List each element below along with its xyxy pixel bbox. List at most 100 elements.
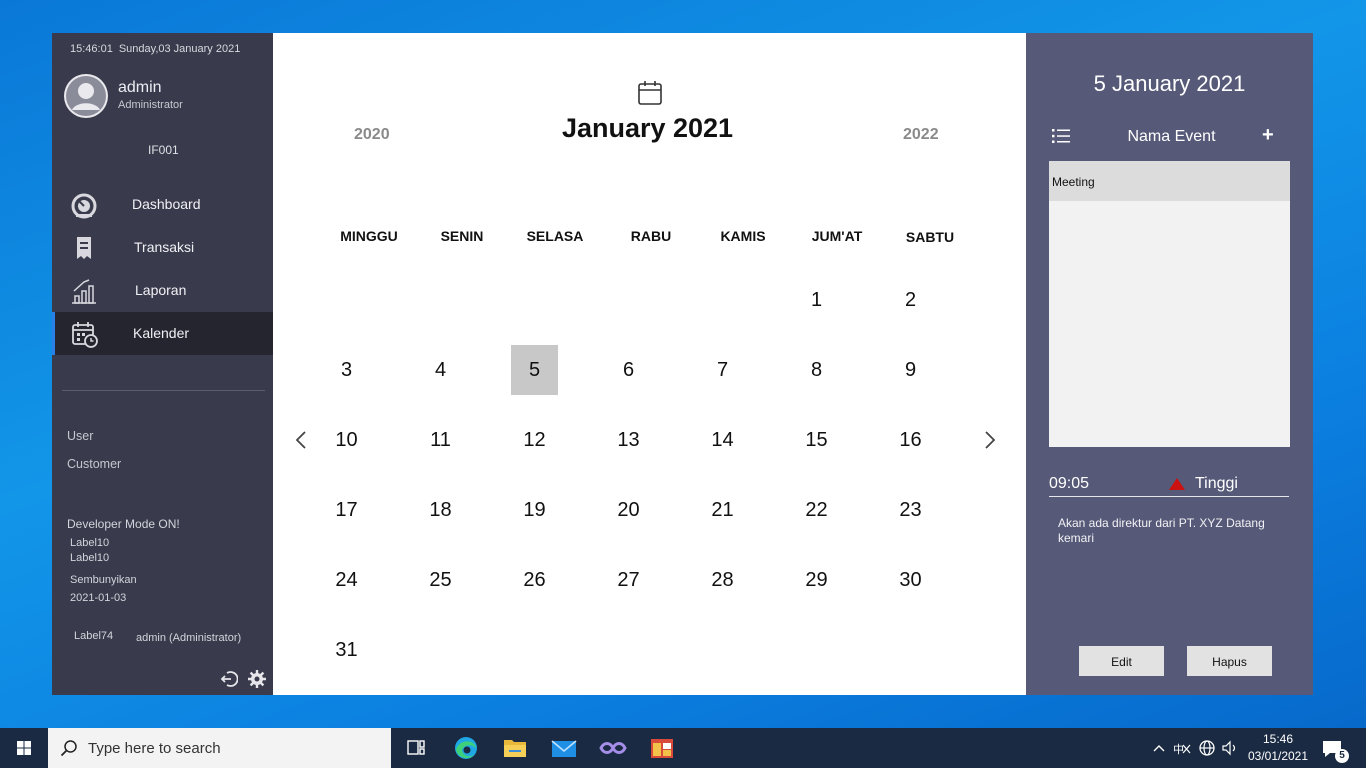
add-event-button[interactable]: + — [1262, 124, 1274, 147]
calendar-day[interactable]: 2 — [887, 275, 934, 325]
sidebar-time: 15:46:01 — [70, 43, 113, 55]
sidebar-datetime: 15:46:01 Sunday,03 January 2021 — [70, 43, 240, 55]
calendar-day[interactable]: 14 — [699, 415, 746, 465]
edit-button[interactable]: Edit — [1079, 646, 1164, 676]
visual-studio-icon[interactable] — [589, 728, 637, 768]
calendar-day[interactable]: 16 — [887, 415, 934, 465]
sidebar-user-id: IF001 — [148, 143, 179, 157]
user-avatar-icon — [66, 76, 106, 116]
windows-start-icon[interactable] — [0, 728, 48, 768]
calendar-day[interactable]: 21 — [699, 485, 746, 535]
next-month-chevron-icon[interactable] — [982, 428, 998, 452]
calendar-day[interactable]: 5 — [511, 345, 558, 395]
nav-label-kalender: Kalender — [133, 325, 190, 341]
calendar-day[interactable]: 30 — [887, 555, 934, 605]
search-placeholder: Type here to search — [88, 740, 221, 757]
nav-item-dashboard[interactable]: Dashboard — [52, 183, 273, 226]
next-year-button[interactable]: 2022 — [903, 126, 939, 144]
app-window-icon[interactable] — [638, 728, 686, 768]
priority-triangle-icon — [1169, 478, 1185, 490]
calendar-day[interactable]: 1 — [793, 275, 840, 325]
input-method-icon[interactable]: 中 — [1173, 739, 1191, 757]
logout-icon[interactable] — [220, 670, 238, 688]
calendar-day[interactable]: 3 — [323, 345, 370, 395]
calendar-day[interactable]: 29 — [793, 555, 840, 605]
weekday-header: JUM'AT — [811, 228, 863, 244]
taskbar: Type here to search 中 15:46 03/01/2021 5 — [0, 728, 1366, 768]
calendar-day[interactable]: 13 — [605, 415, 652, 465]
file-explorer-icon[interactable] — [491, 728, 539, 768]
receipt-icon — [77, 237, 91, 259]
avatar — [64, 74, 108, 118]
nav-label-laporan: Laporan — [135, 282, 187, 298]
selected-date-title: 5 January 2021 — [1093, 71, 1246, 96]
calendar-day[interactable]: 11 — [417, 415, 464, 465]
mail-icon[interactable] — [540, 728, 588, 768]
developer-mode-label: Developer Mode ON! — [67, 517, 180, 531]
calendar-month-title-text: January 2021 — [561, 113, 734, 143]
event-description: Akan ada direktur dari PT. XYZ Datang ke… — [1058, 516, 1265, 545]
sidebar-date: Sunday,03 January 2021 — [118, 43, 241, 55]
task-view-icon[interactable] — [392, 728, 440, 768]
calendar-day[interactable]: 19 — [511, 485, 558, 535]
volume-icon[interactable] — [1221, 739, 1239, 757]
calendar-day[interactable]: 17 — [323, 485, 370, 535]
panel-divider — [1049, 496, 1289, 497]
calendar-day[interactable]: 7 — [699, 345, 746, 395]
weekday-header: SENIN — [440, 228, 484, 244]
calendar-day[interactable]: 10 — [323, 415, 370, 465]
nav-item-laporan[interactable]: Laporan — [52, 269, 273, 312]
delete-button[interactable]: Hapus — [1187, 646, 1272, 676]
event-panel: 5 January 2021 Nama Event + Meeting 09:0… — [1026, 33, 1313, 695]
edge-browser-icon[interactable] — [442, 728, 490, 768]
calendar-day[interactable]: 26 — [511, 555, 558, 605]
calendar-day[interactable]: 15 — [793, 415, 840, 465]
debug-date: 2021-01-03 — [70, 592, 127, 604]
weekday-header: MINGGU — [340, 228, 398, 244]
prev-year-button[interactable]: 2020 — [354, 126, 390, 144]
calendar-day[interactable]: 23 — [887, 485, 934, 535]
chart-icon — [72, 279, 96, 304]
taskbar-search-box[interactable]: Type here to search — [48, 728, 391, 768]
sembunyikan-link[interactable]: Sembunyikan — [70, 574, 137, 586]
sidebar: 15:46:01 Sunday,03 January 2021 admin Adm… — [52, 33, 273, 695]
label74: Label74 — [74, 630, 114, 642]
sidebar-divider — [62, 390, 265, 391]
nav-item-kalender[interactable]: Kalender — [52, 312, 273, 355]
calendar-day[interactable]: 20 — [605, 485, 652, 535]
calendar-day[interactable]: 22 — [793, 485, 840, 535]
calendar-day[interactable]: 27 — [605, 555, 652, 605]
calendar-day[interactable]: 31 — [323, 625, 370, 675]
list-item[interactable]: Meeting — [1049, 161, 1290, 201]
weekday-header: RABU — [630, 228, 672, 244]
app-window: 15:46:01 Sunday,03 January 2021 admin Adm… — [52, 33, 1313, 695]
calendar-day[interactable]: 4 — [417, 345, 464, 395]
weekday-header: SABTU — [905, 229, 955, 245]
nav-item-transaksi[interactable]: Transaksi — [52, 226, 273, 269]
event-priority: Tinggi — [1195, 475, 1238, 492]
network-globe-icon[interactable] — [1198, 739, 1216, 757]
weekday-header: SELASA — [526, 228, 584, 244]
gear-icon[interactable] — [248, 670, 266, 688]
label10-b: Label10 — [70, 552, 110, 564]
calendar-day[interactable]: 24 — [323, 555, 370, 605]
sidebar-link-customer[interactable]: Customer — [67, 457, 121, 471]
prev-month-chevron-icon[interactable] — [293, 428, 309, 452]
calendar-day[interactable]: 28 — [699, 555, 746, 605]
calendar-day[interactable]: 12 — [511, 415, 558, 465]
calendar-day[interactable]: 18 — [417, 485, 464, 535]
calendar-day[interactable]: 8 — [793, 345, 840, 395]
taskbar-clock-time[interactable]: 15:46 — [1240, 732, 1316, 746]
calendar-day[interactable]: 25 — [417, 555, 464, 605]
notification-count-badge: 5 — [1335, 749, 1349, 763]
weekday-header: KAMIS — [720, 228, 766, 244]
calendar-day[interactable]: 9 — [887, 345, 934, 395]
taskbar-clock-date[interactable]: 03/01/2021 — [1240, 749, 1316, 763]
nav-label-transaksi: Transaksi — [134, 239, 195, 255]
event-list[interactable]: Meeting — [1049, 161, 1290, 447]
calendar-icon — [638, 81, 662, 105]
search-icon — [60, 740, 77, 757]
sidebar-link-user[interactable]: User — [67, 429, 93, 443]
calendar-day[interactable]: 6 — [605, 345, 652, 395]
chevron-up-icon[interactable] — [1150, 739, 1168, 757]
